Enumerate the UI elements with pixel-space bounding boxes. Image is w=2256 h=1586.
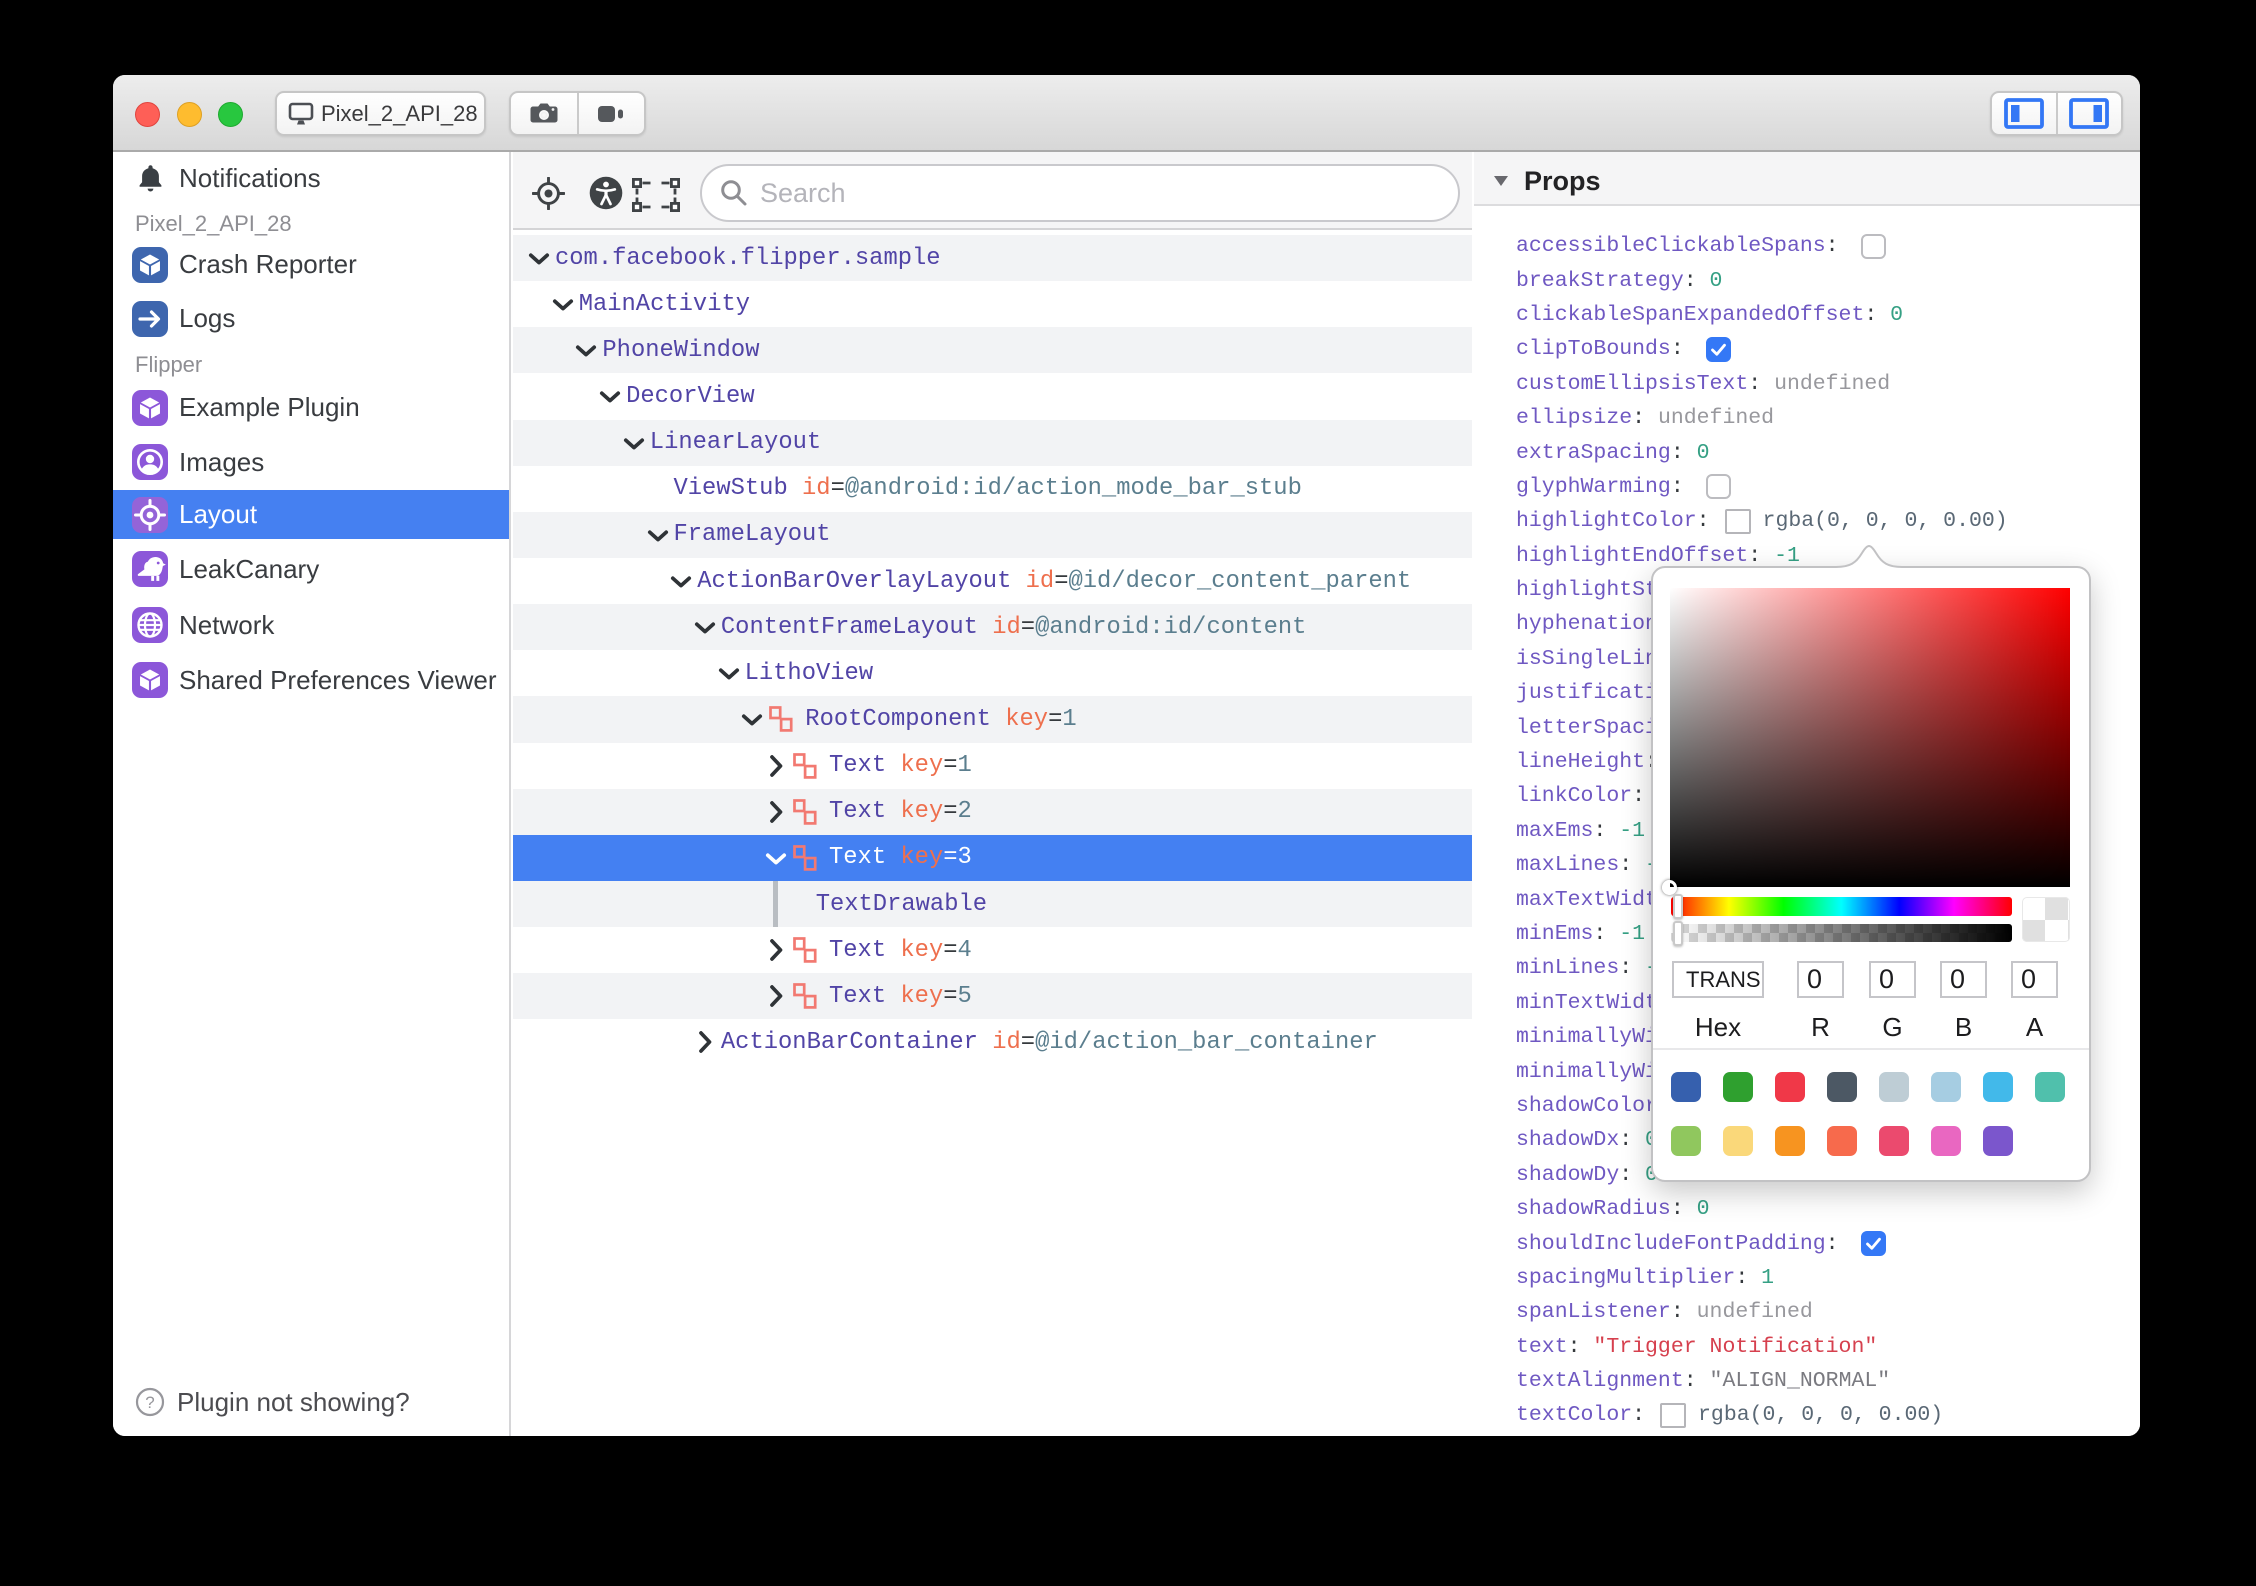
svg-text:?: ? <box>145 1393 154 1412</box>
